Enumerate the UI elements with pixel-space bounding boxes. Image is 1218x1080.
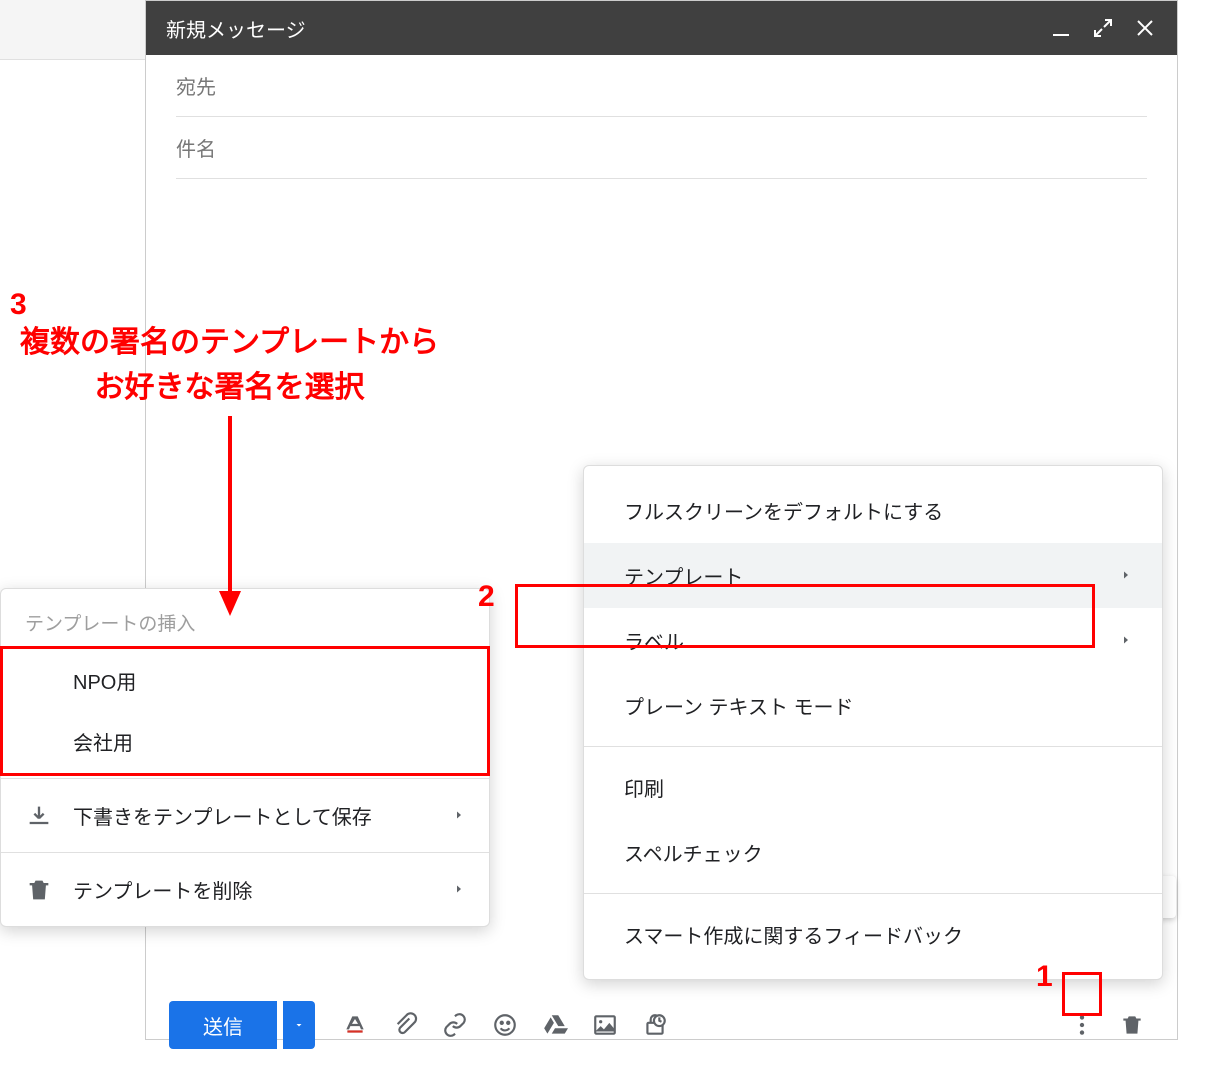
menu-label: 印刷 bbox=[624, 773, 664, 802]
more-options-icon[interactable] bbox=[1060, 1003, 1104, 1047]
drive-icon[interactable] bbox=[533, 1003, 577, 1047]
menu-label-text: ラベル bbox=[624, 626, 684, 655]
menu-label[interactable]: ラベル bbox=[584, 608, 1162, 673]
submenu-separator bbox=[1, 852, 489, 853]
chevron-right-icon bbox=[1120, 564, 1132, 587]
emoji-icon[interactable] bbox=[483, 1003, 527, 1047]
download-icon bbox=[25, 802, 53, 830]
compose-footer: 送信 bbox=[145, 990, 1178, 1060]
more-options-menu: フルスクリーンをデフォルトにする テンプレート ラベル プレーン テキスト モー… bbox=[583, 465, 1163, 980]
trash-icon bbox=[25, 876, 53, 904]
menu-label: スマート作成に関するフィードバック bbox=[624, 920, 963, 949]
menu-separator bbox=[584, 746, 1162, 747]
submenu-label: 下書きをテンプレートとして保存 bbox=[73, 801, 372, 830]
chevron-right-icon bbox=[1120, 629, 1132, 652]
send-dropdown-button[interactable] bbox=[283, 1001, 315, 1049]
menu-plaintext[interactable]: プレーン テキスト モード bbox=[584, 673, 1162, 738]
attach-icon[interactable] bbox=[383, 1003, 427, 1047]
menu-fullscreen-default[interactable]: フルスクリーンをデフォルトにする bbox=[584, 478, 1162, 543]
template-item-company[interactable]: 会社用 bbox=[1, 711, 489, 772]
menu-spellcheck[interactable]: スペルチェック bbox=[584, 820, 1162, 885]
submenu-separator bbox=[1, 778, 489, 779]
to-field[interactable]: 宛先 bbox=[176, 55, 1147, 117]
format-icon[interactable] bbox=[333, 1003, 377, 1047]
minimize-icon[interactable] bbox=[1049, 16, 1073, 40]
compose-fields: 宛先 件名 bbox=[146, 55, 1177, 179]
template-label: 会社用 bbox=[73, 727, 133, 756]
close-icon[interactable] bbox=[1133, 16, 1157, 40]
menu-label: プレーン テキスト モード bbox=[624, 691, 854, 720]
chevron-right-icon bbox=[453, 804, 465, 827]
compose-title: 新規メッセージ bbox=[166, 14, 1031, 43]
submenu-insert-title: テンプレートの挿入 bbox=[1, 599, 489, 650]
image-icon[interactable] bbox=[583, 1003, 627, 1047]
menu-label: テンプレート bbox=[624, 561, 743, 590]
annotation-number-3: 3 bbox=[10, 288, 27, 322]
discard-icon[interactable] bbox=[1110, 1003, 1154, 1047]
submenu-delete-template[interactable]: テンプレートを削除 bbox=[1, 859, 489, 920]
submenu-save-draft[interactable]: 下書きをテンプレートとして保存 bbox=[1, 785, 489, 846]
menu-label: フルスクリーンをデフォルトにする bbox=[624, 496, 943, 525]
menu-smartcompose-feedback[interactable]: スマート作成に関するフィードバック bbox=[584, 902, 1162, 967]
template-label: NPO用 bbox=[73, 666, 136, 695]
compose-header: 新規メッセージ bbox=[146, 1, 1177, 55]
subject-field[interactable]: 件名 bbox=[176, 117, 1147, 179]
send-button[interactable]: 送信 bbox=[169, 1001, 277, 1049]
template-item-npo[interactable]: NPO用 bbox=[1, 650, 489, 711]
menu-label: スペルチェック bbox=[624, 838, 763, 867]
submenu-label: テンプレートを削除 bbox=[73, 875, 252, 904]
background-strip bbox=[0, 0, 145, 60]
menu-print[interactable]: 印刷 bbox=[584, 755, 1162, 820]
fullscreen-icon[interactable] bbox=[1091, 16, 1115, 40]
chevron-right-icon bbox=[453, 878, 465, 901]
link-icon[interactable] bbox=[433, 1003, 477, 1047]
menu-template[interactable]: テンプレート bbox=[584, 543, 1162, 608]
confidential-icon[interactable] bbox=[633, 1003, 677, 1047]
menu-separator bbox=[584, 893, 1162, 894]
template-submenu: テンプレートの挿入 NPO用 会社用 下書きをテンプレートとして保存 テンプレー… bbox=[0, 588, 490, 927]
